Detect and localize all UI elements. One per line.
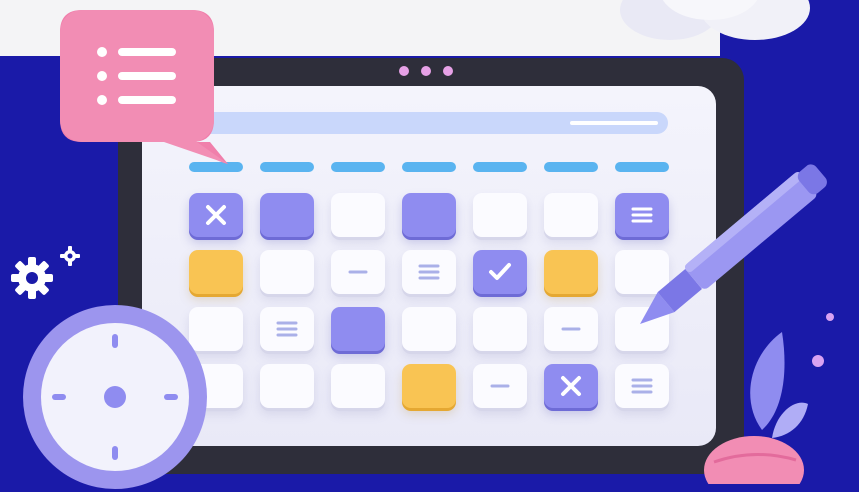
calendar-cell[interactable] [473,250,527,294]
calendar-cell[interactable] [260,307,314,351]
search-bar-line [570,121,658,125]
dash-icon [343,257,373,287]
calendar-cell[interactable] [331,250,385,294]
calendar-cell[interactable] [402,193,456,237]
x-icon [556,371,586,401]
day-header-4 [402,162,456,172]
calendar-cell[interactable] [189,193,243,237]
calendar-cell[interactable] [331,193,385,237]
calendar-cell[interactable] [260,193,314,237]
camera-dot [443,66,453,76]
gear-icon [11,246,80,299]
plant-icon [704,332,808,484]
calendar-cell[interactable] [473,364,527,408]
day-header-3 [331,162,385,172]
check-icon [485,257,515,287]
calendar-cell[interactable] [189,250,243,294]
day-header-2 [260,162,314,172]
dash-icon [485,371,515,401]
sparkle-dot [826,313,834,321]
calendar-cell[interactable] [544,364,598,408]
pen-icon [640,164,827,324]
list-icon [60,10,228,164]
lines-icon [627,371,657,401]
calendar-cell[interactable] [544,307,598,351]
calendar-cell[interactable] [331,307,385,351]
cloud-icon [620,0,810,40]
calendar-cell[interactable] [402,307,456,351]
day-header-5 [473,162,527,172]
calendar-cell[interactable] [615,364,669,408]
calendar-cell[interactable] [402,250,456,294]
lines-icon [272,314,302,344]
lines-icon [414,257,444,287]
calendar-cell[interactable] [544,250,598,294]
dash-icon [556,314,586,344]
calendar-cell[interactable] [260,364,314,408]
camera-dot [421,66,431,76]
calendar-cell[interactable] [331,364,385,408]
x-icon [201,200,231,230]
calendar-cell[interactable] [402,364,456,408]
calendar-cell[interactable] [473,307,527,351]
clock-icon [23,305,207,489]
calendar-cell[interactable] [544,193,598,237]
calendar-cell[interactable] [473,193,527,237]
day-header-6 [544,162,598,172]
sparkle-dot [812,355,824,367]
calendar-cell[interactable] [260,250,314,294]
camera-dot [399,66,409,76]
